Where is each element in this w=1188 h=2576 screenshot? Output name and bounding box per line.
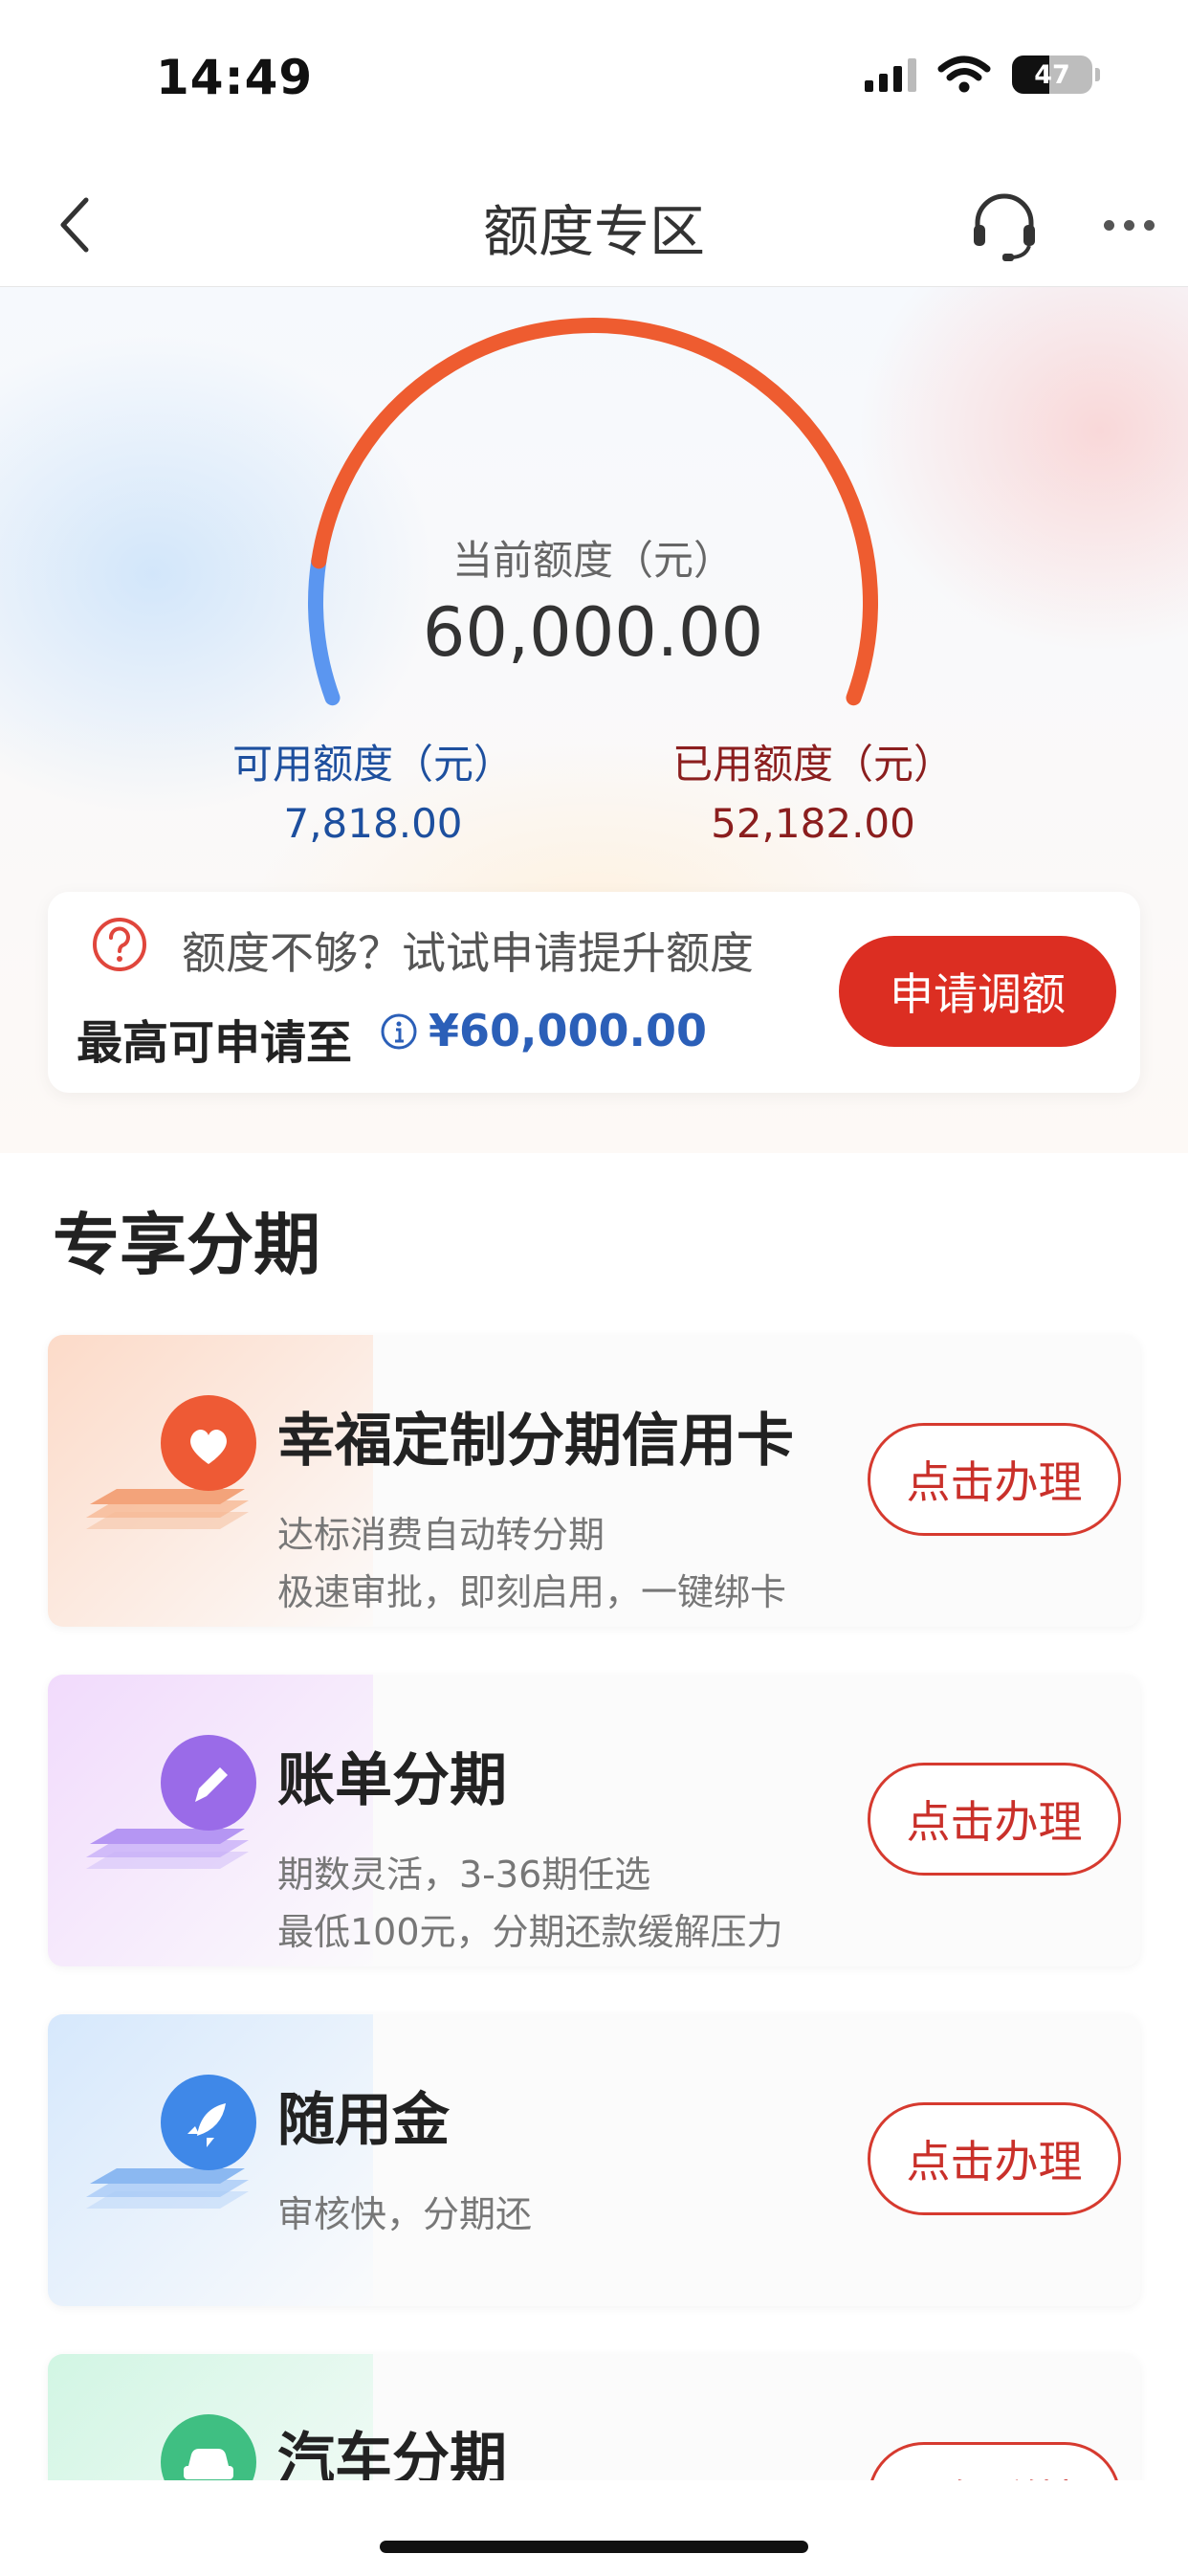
status-icons: 47 — [865, 56, 1100, 94]
card-title: 随用金 — [277, 2087, 450, 2154]
card-title: 账单分期 — [277, 1747, 507, 1814]
credit-gauge: 当前额度（元） 60,000.00 — [287, 316, 899, 766]
raise-hint-text: 额度不够？试试申请提升额度 — [182, 927, 754, 979]
current-credit-value: 60,000.00 — [422, 593, 764, 672]
card-desc: 极速审批，即刻启用，一键绑卡 — [277, 1571, 787, 1613]
credit-overview: 当前额度（元） 60,000.00 可用额度（元） 7,818.00 已用额度（… — [0, 287, 1188, 1153]
used-credit-value: 52,182.00 — [711, 800, 915, 847]
card-desc: 期数灵活，3-36期任选 — [277, 1854, 651, 1896]
customer-service-button[interactable] — [966, 187, 1043, 263]
current-credit-label: 当前额度（元） — [451, 537, 734, 584]
wifi-icon — [937, 56, 991, 93]
more-dot — [1103, 219, 1114, 231]
section-title: 专享分期 — [53, 1206, 320, 1284]
card-desc: 审核快，分期还 — [277, 2193, 533, 2235]
home-indicator[interactable] — [380, 2541, 808, 2553]
raise-limit-card: 额度不够？试试申请提升额度 最高可申请至 ¥60,000.00 申请调额 — [48, 892, 1140, 1093]
apply-button[interactable]: 点击办理 — [868, 1763, 1121, 1876]
card-title: 幸福定制分期信用卡 — [277, 1408, 794, 1475]
heart-icon — [86, 1395, 256, 1529]
bottom-safe-area — [0, 2480, 1188, 2576]
card-desc: 达标消费自动转分期 — [277, 1514, 605, 1556]
installment-card-happiness[interactable]: 幸福定制分期信用卡 达标消费自动转分期 极速审批，即刻启用，一键绑卡 点击办理 — [48, 1335, 1140, 1627]
more-button[interactable] — [1090, 187, 1167, 263]
available-credit-label: 可用额度（元） — [231, 741, 514, 788]
max-credit-value: ¥60,000.00 — [429, 1005, 708, 1056]
apply-button[interactable]: 点击办理 — [868, 2102, 1121, 2215]
question-icon — [93, 918, 146, 971]
apply-raise-button[interactable]: 申请调额 — [839, 936, 1116, 1047]
available-credit: 可用额度（元） 7,818.00 — [191, 732, 555, 847]
rocket-icon — [86, 2075, 256, 2209]
available-credit-value: 7,818.00 — [283, 800, 463, 847]
more-dot — [1143, 219, 1155, 231]
info-icon[interactable] — [380, 1012, 418, 1051]
more-dot — [1123, 219, 1134, 231]
signal-icon — [865, 57, 916, 92]
used-credit-label: 已用额度（元） — [671, 741, 954, 788]
battery-level: 47 — [1034, 59, 1070, 90]
installment-card-cash[interactable]: 随用金 审核快，分期还 点击办理 — [48, 2014, 1140, 2306]
nav-bar: 额度专区 — [0, 158, 1188, 287]
apply-button[interactable]: 点击办理 — [868, 1423, 1121, 1536]
pencil-icon — [86, 1735, 256, 1869]
headset-icon — [974, 193, 1035, 261]
battery-icon: 47 — [1012, 56, 1100, 94]
card-desc: 最低100元，分期还款缓解压力 — [277, 1911, 783, 1953]
max-credit-label: 最高可申请至 — [77, 1016, 353, 1070]
installment-card-bill[interactable]: 账单分期 期数灵活，3-36期任选 最低100元，分期还款缓解压力 点击办理 — [48, 1675, 1140, 1966]
status-bar: 14:49 47 — [0, 0, 1188, 158]
status-time: 14:49 — [156, 50, 314, 105]
used-credit: 已用额度（元） 52,182.00 — [631, 732, 995, 847]
